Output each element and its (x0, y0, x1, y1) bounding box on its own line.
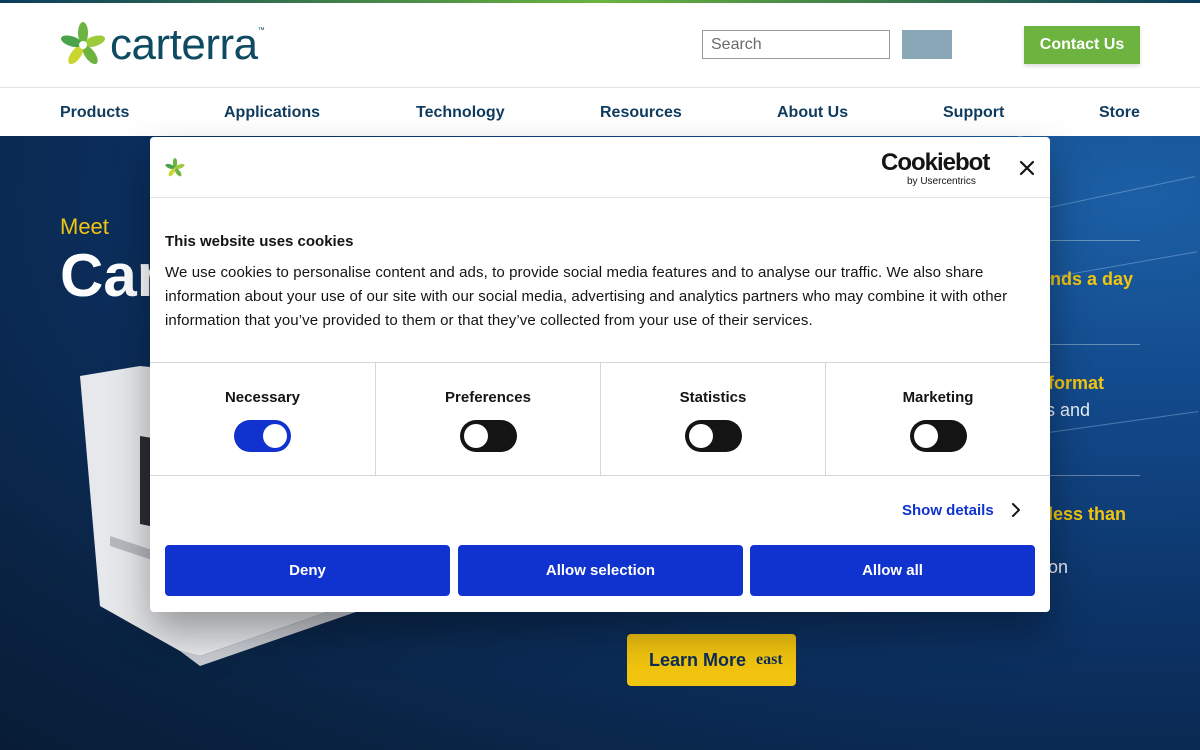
nav-resources[interactable]: Resources (600, 104, 682, 122)
category-statistics: Statistics (600, 363, 825, 475)
cookiebot-subtitle: by Usercentrics (907, 176, 976, 187)
allow-all-button[interactable]: Allow all (750, 545, 1035, 596)
deny-button[interactable]: Deny (165, 545, 450, 596)
chevron-right-icon[interactable] (1010, 501, 1022, 519)
contact-us-button[interactable]: Contact Us (1024, 26, 1140, 64)
category-label: Necessary (224, 389, 301, 406)
statistics-toggle[interactable] (685, 420, 742, 452)
toggle-knob (689, 424, 713, 448)
logo-wordmark: carterra™ (110, 20, 265, 69)
feature-divider (1040, 475, 1140, 476)
toggle-knob (464, 424, 488, 448)
nav-about-us[interactable]: About Us (777, 104, 848, 122)
cookie-consent-dialog: Cookiebot by Usercentrics This website u… (150, 137, 1050, 612)
nav-technology[interactable]: Technology (416, 104, 505, 122)
feature-3-text: on (1048, 557, 1069, 577)
cookie-dialog-header: Cookiebot by Usercentrics (150, 137, 1050, 198)
category-preferences: Preferences (375, 363, 600, 475)
learn-more-label: Learn More (649, 649, 747, 670)
category-marketing: Marketing (825, 363, 1050, 475)
feature-2-text: s and (1046, 400, 1091, 420)
category-necessary: Necessary (150, 363, 375, 475)
allow-selection-button[interactable]: Allow selection (458, 545, 743, 596)
site-header: carterra™ Contact Us (0, 3, 1200, 87)
necessary-toggle[interactable] (234, 420, 291, 452)
hero-eyebrow: Meet (60, 214, 109, 239)
category-label: Marketing (902, 389, 974, 406)
main-navigation: Products Applications Technology Resourc… (0, 87, 1200, 136)
preferences-toggle[interactable] (460, 420, 517, 452)
show-details-link[interactable]: Show details (902, 502, 994, 519)
category-label: Statistics (679, 389, 747, 406)
search-input[interactable] (702, 30, 890, 59)
carterra-star-icon (61, 22, 105, 65)
hero-title: Car (60, 242, 161, 309)
cookie-dialog-description: We use cookies to personalise content an… (165, 264, 1008, 329)
carterra-logo[interactable]: carterra™ (60, 20, 265, 69)
toggle-knob (263, 424, 287, 448)
learn-more-button[interactable]: Learn More east (627, 634, 796, 686)
nav-support[interactable]: Support (943, 104, 1004, 122)
nav-store[interactable]: Store (1099, 104, 1140, 122)
nav-products[interactable]: Products (60, 104, 129, 122)
feature-1-heading: nds a day (1050, 269, 1134, 289)
nav-applications[interactable]: Applications (224, 104, 320, 122)
category-label: Preferences (445, 389, 531, 406)
feature-divider (1040, 240, 1140, 241)
feature-3-heading: less than (1048, 504, 1127, 524)
close-icon[interactable] (1016, 157, 1038, 179)
cookiebot-logo[interactable]: Cookiebot by Usercentrics (881, 149, 990, 188)
site-logo-icon (165, 158, 185, 177)
feature-divider (1040, 344, 1140, 345)
search-button[interactable] (902, 30, 952, 59)
cookie-categories: Necessary Preferences Statistics Marketi… (150, 362, 1050, 476)
learn-more-suffix: east (756, 651, 783, 668)
marketing-toggle[interactable] (910, 420, 967, 452)
toggle-knob (914, 424, 938, 448)
feature-2-heading: format (1048, 373, 1105, 393)
cookiebot-wordmark: Cookiebot (881, 149, 990, 176)
cookie-dialog-title: This website uses cookies (165, 233, 354, 250)
